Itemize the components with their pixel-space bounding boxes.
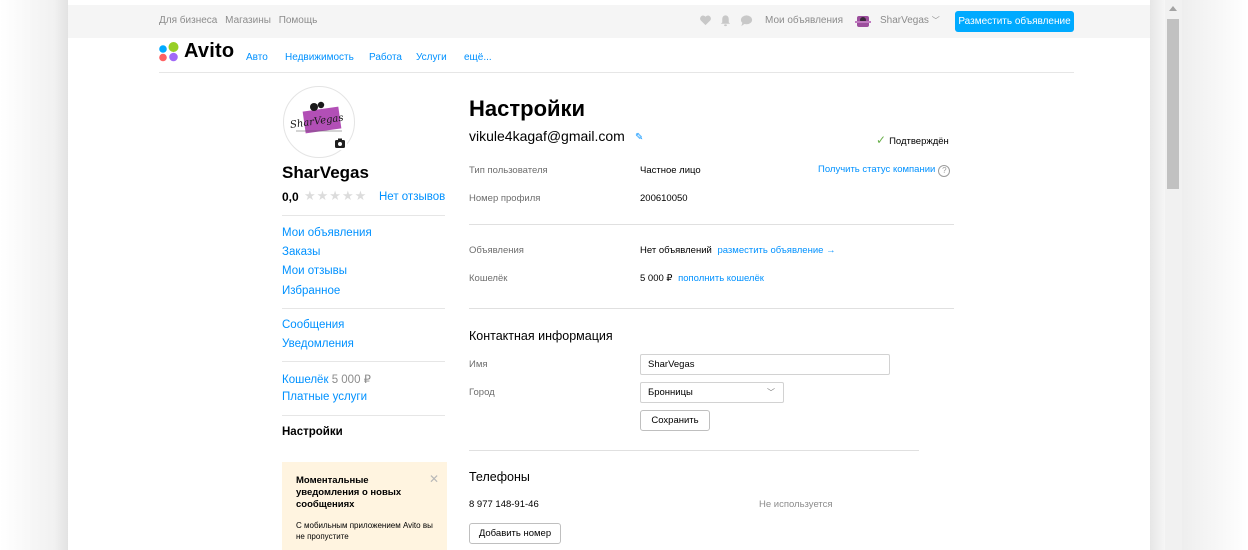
city-label: Город <box>469 387 495 398</box>
contact-info-heading: Контактная информация <box>469 329 613 343</box>
name-label: Имя <box>469 359 488 370</box>
nav-services[interactable]: Услуги <box>416 52 447 63</box>
scrollbar[interactable] <box>1165 0 1182 550</box>
sidebar-item-orders[interactable]: Заказы <box>282 246 320 258</box>
user-menu[interactable]: SharVegas ﹀ <box>880 15 940 26</box>
name-input[interactable]: SharVegas <box>640 354 890 375</box>
phone-status: Не используется <box>759 499 833 510</box>
user-type-label: Тип пользователя <box>469 165 548 176</box>
no-reviews-link[interactable]: Нет отзывов <box>379 191 445 203</box>
ads-value: Нет объявлений <box>640 245 712 256</box>
nav-realty[interactable]: Недвижимость <box>285 52 354 63</box>
confirmed-label: Подтверждён <box>889 136 949 147</box>
my-ads-link[interactable]: Мои объявления <box>765 15 843 26</box>
post-ad-link[interactable]: разместить объявление → <box>717 245 835 256</box>
wallet-label: Кошелёк <box>282 374 329 386</box>
sidebar-item-settings[interactable]: Настройки <box>282 426 343 438</box>
company-status-label: Получить статус компании <box>818 164 936 175</box>
promo-banner: Моментальные уведомления о новых сообщен… <box>282 462 447 550</box>
company-status-link[interactable]: Получить статус компании? <box>818 164 951 177</box>
help-link[interactable]: Помощь <box>279 15 318 26</box>
chat-icon[interactable] <box>740 14 753 27</box>
question-icon[interactable]: ? <box>938 165 951 177</box>
scroll-thumb[interactable] <box>1167 19 1179 189</box>
sidebar-divider <box>282 308 445 309</box>
avito-logo-icon[interactable] <box>158 42 182 62</box>
close-icon[interactable]: ✕ <box>429 472 439 486</box>
rating-stars: ★★★★★ <box>304 188 368 203</box>
top-bar: Для бизнеса Магазины Помощь Мои объявлен… <box>68 5 1150 38</box>
post-ad-button[interactable]: Разместить объявление <box>955 11 1074 32</box>
phones-heading: Телефоны <box>469 470 530 484</box>
sidebar-divider <box>282 361 445 362</box>
nav-auto[interactable]: Авто <box>246 52 268 63</box>
user-type-value: Частное лицо <box>640 165 701 176</box>
nav-jobs[interactable]: Работа <box>369 52 402 63</box>
camera-icon[interactable] <box>333 137 347 150</box>
section-divider <box>469 308 954 309</box>
sidebar-item-notifications[interactable]: Уведомления <box>282 338 354 350</box>
ads-label: Объявления <box>469 245 524 256</box>
page: Для бизнеса Магазины Помощь Мои объявлен… <box>68 0 1150 550</box>
user-name: SharVegas <box>880 15 929 26</box>
avito-logo-text[interactable]: Avito <box>184 40 234 63</box>
sidebar-item-my-ads[interactable]: Мои объявления <box>282 227 372 239</box>
email-value: vikule4kagaf@gmail.com <box>469 128 625 144</box>
sidebar-item-paid-services[interactable]: Платные услуги <box>282 391 367 403</box>
shops-link[interactable]: Магазины <box>225 15 271 26</box>
right-backdrop <box>1150 0 1165 550</box>
scroll-up-icon[interactable] <box>1169 6 1177 11</box>
promo-body: С мобильным приложением Avito вы не проп… <box>296 521 433 541</box>
profile-number-value: 200610050 <box>640 193 688 204</box>
profile-username: SharVegas <box>282 163 369 182</box>
email-confirmed-badge: ✓ Подтверждён <box>876 133 949 147</box>
top-links: Для бизнеса Магазины Помощь <box>159 15 322 26</box>
save-button[interactable]: Сохранить <box>640 410 710 431</box>
city-selected-value: Бронницы <box>648 387 693 398</box>
far-right-backdrop <box>1182 0 1248 550</box>
sidebar-divider <box>282 415 445 416</box>
sidebar-item-wallet[interactable]: Кошелёк 5 000 ₽ <box>282 372 371 386</box>
nav-more[interactable]: ещё... <box>464 52 492 63</box>
wallet-amount: 5 000 ₽ <box>331 374 371 386</box>
heart-icon[interactable] <box>699 14 712 27</box>
sidebar-item-favorites[interactable]: Избранное <box>282 285 340 297</box>
chevron-down-icon: ﹀ <box>931 16 940 25</box>
user-avatar-icon[interactable] <box>854 13 872 29</box>
ads-row: Нет объявлений разместить объявление → <box>640 245 836 256</box>
sidebar-item-messages[interactable]: Сообщения <box>282 319 344 331</box>
section-divider <box>469 450 919 451</box>
city-select[interactable]: Бронницы ﹀ <box>640 382 784 403</box>
rating-value: 0,0 <box>282 190 299 204</box>
edit-pencil-icon[interactable]: ✎ <box>635 132 643 143</box>
profile-number-label: Номер профиля <box>469 193 541 204</box>
nav-divider <box>159 72 1074 73</box>
bell-icon[interactable] <box>719 14 732 27</box>
chevron-down-icon: ﹀ <box>767 388 775 397</box>
sidebar-item-my-reviews[interactable]: Мои отзывы <box>282 265 347 277</box>
promo-title: Моментальные уведомления о новых сообщен… <box>296 475 402 510</box>
left-backdrop <box>0 0 68 550</box>
wallet-row: 5 000 ₽ пополнить кошелёк <box>640 273 764 284</box>
top-up-wallet-link[interactable]: пополнить кошелёк <box>678 273 764 284</box>
add-phone-button[interactable]: Добавить номер <box>469 523 561 544</box>
section-divider <box>469 224 954 225</box>
page-title: Настройки <box>469 96 586 121</box>
wallet-value: 5 000 ₽ <box>640 273 673 284</box>
wallet-label: Кошелёк <box>469 273 508 284</box>
checkmark-icon: ✓ <box>876 133 887 147</box>
sidebar-divider <box>282 215 445 216</box>
phone-number: 8 977 148-91-46 <box>469 499 539 510</box>
business-link[interactable]: Для бизнеса <box>159 15 217 26</box>
